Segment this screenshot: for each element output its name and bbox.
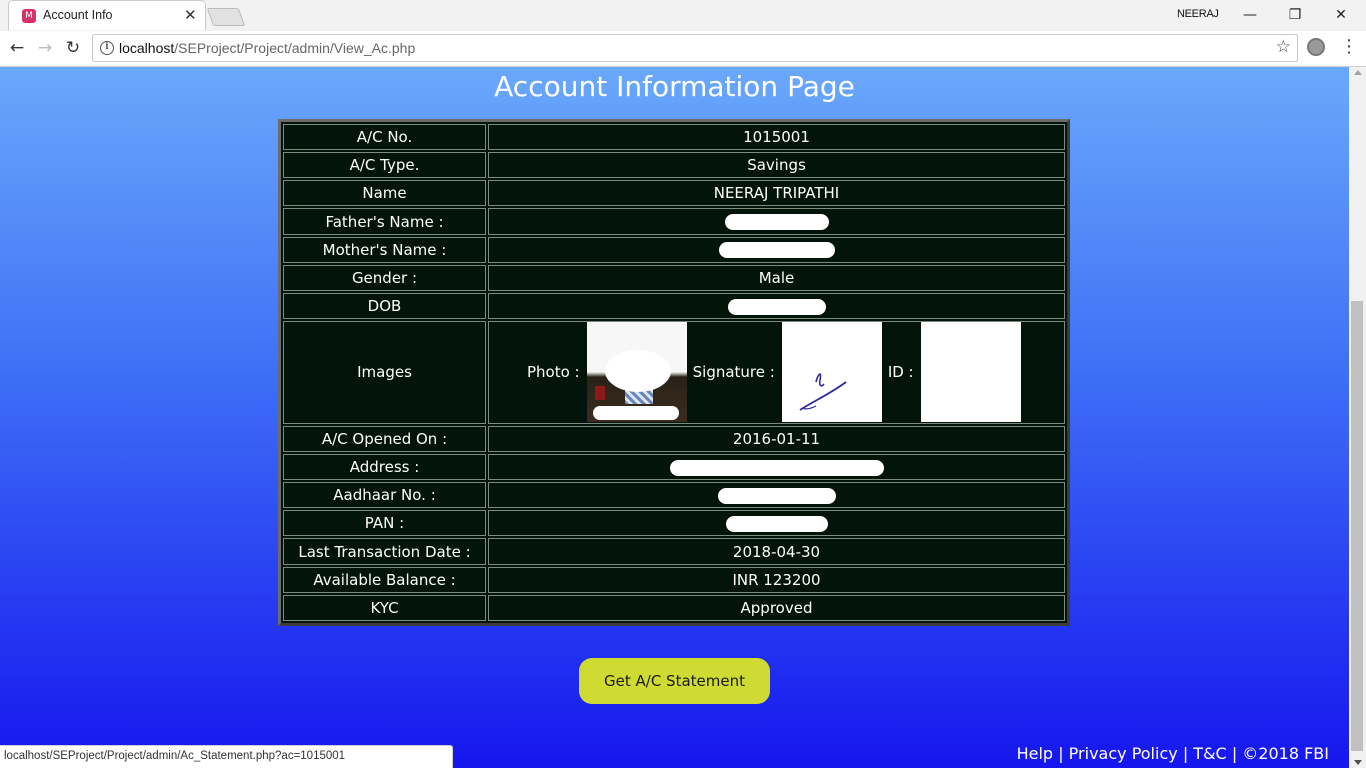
row-value: 2018-04-30	[488, 538, 1065, 565]
images-cell: Photo : Signature : ID:	[488, 321, 1065, 424]
help-link[interactable]: Help	[1017, 744, 1053, 763]
scroll-down-icon[interactable]	[1354, 760, 1362, 765]
id-image	[920, 322, 1021, 423]
row-value: 2016-01-11	[488, 425, 1065, 452]
photo-label: Photo :	[527, 363, 580, 382]
tab-favicon-icon: M	[22, 9, 36, 23]
row-label: A/C Opened On :	[283, 425, 486, 452]
row-value	[488, 510, 1065, 537]
redacted-value	[724, 214, 829, 231]
privacy-policy-link[interactable]: Privacy Policy	[1069, 744, 1178, 763]
row-value: Approved	[488, 594, 1065, 621]
table-row: A/C Opened On :2016-01-11	[283, 425, 1065, 452]
restore-icon[interactable]: ❐	[1284, 5, 1306, 25]
back-icon[interactable]: ←	[6, 37, 28, 59]
table-row: Aadhaar No. :	[283, 482, 1065, 509]
row-label: PAN :	[283, 510, 486, 537]
row-label: Name	[283, 180, 486, 207]
table-row: DOB	[283, 292, 1065, 320]
row-value: NEERAJ TRIPATHI	[488, 180, 1065, 207]
browser-toolbar: ← → ↻ i localhost/SEProject/Project/admi…	[0, 31, 1366, 67]
row-label: KYC	[283, 594, 486, 621]
tab-title: Account Info	[43, 8, 113, 22]
profile-name[interactable]: NEERAJ	[1177, 8, 1219, 20]
redacted-value	[725, 515, 828, 532]
status-url: localhost/SEProject/Project/admin/Ac_Sta…	[4, 750, 346, 762]
table-row: KYC Approved	[283, 594, 1065, 621]
signature-image	[781, 322, 882, 423]
redacted-value	[717, 487, 836, 504]
copyright-text: ©2018 FBI	[1242, 744, 1329, 763]
table-row: Gender : Male	[283, 264, 1065, 291]
redacted-value	[718, 242, 835, 259]
table-row: PAN :	[283, 510, 1065, 537]
row-label: Father's Name :	[283, 208, 486, 235]
row-label: Last Transaction Date :	[283, 538, 486, 565]
minimize-icon[interactable]: —	[1239, 5, 1261, 25]
table-row: Name NEERAJ TRIPATHI	[283, 180, 1065, 207]
browser-tab[interactable]: M Account Info ✕	[8, 0, 206, 30]
table-row: Last Transaction Date :2018-04-30	[283, 538, 1065, 565]
extension-icon[interactable]	[1307, 38, 1325, 56]
page-title: Account Information Page	[494, 70, 855, 103]
table-row: A/C No. 1015001	[283, 124, 1065, 151]
row-label: DOB	[283, 292, 486, 320]
info-icon[interactable]: i	[100, 41, 114, 55]
window-close-icon[interactable]: ✕	[1330, 5, 1352, 25]
scroll-thumb[interactable]	[1351, 301, 1363, 751]
images-label: Images	[283, 321, 486, 424]
url-text[interactable]: localhost/SEProject/Project/admin/View_A…	[119, 40, 415, 56]
status-bar: localhost/SEProject/Project/admin/Ac_Sta…	[0, 745, 453, 768]
get-statement-button[interactable]: Get A/C Statement	[579, 658, 770, 704]
row-label: A/C No.	[283, 124, 486, 151]
footer-separator: |	[1231, 744, 1238, 763]
table-row-images: Images Photo : Signature : ID:	[283, 321, 1065, 424]
tab-close-icon[interactable]: ✕	[184, 6, 197, 24]
row-value	[488, 208, 1065, 235]
bookmark-star-icon[interactable]: ☆	[1276, 37, 1291, 57]
row-value	[488, 236, 1065, 263]
table-row: Father's Name :	[283, 208, 1065, 235]
row-value: INR 123200	[488, 566, 1065, 593]
row-label: Gender :	[283, 264, 486, 291]
forward-icon[interactable]: →	[34, 37, 56, 59]
row-label: Address :	[283, 453, 486, 481]
table-row: Mother's Name :	[283, 236, 1065, 263]
footer-separator: |	[1058, 744, 1064, 763]
row-label: A/C Type.	[283, 152, 486, 179]
table-row: A/C Type. Savings	[283, 152, 1065, 179]
page-viewport: Account Information Page A/C No. 1015001 A…	[0, 67, 1349, 768]
row-value	[488, 453, 1065, 481]
reload-icon[interactable]: ↻	[62, 37, 84, 59]
row-label: Mother's Name :	[283, 236, 486, 263]
row-value	[488, 482, 1065, 509]
new-tab-button[interactable]	[206, 8, 246, 26]
table-row: Address :	[283, 453, 1065, 481]
menu-dots-icon[interactable]: ⋮	[1340, 35, 1358, 59]
signature-label: Signature :	[692, 363, 775, 382]
account-info-table: A/C No. 1015001 A/C Type. Savings Name NEERAJ…	[278, 119, 1070, 626]
scroll-up-icon[interactable]	[1354, 70, 1362, 75]
page-scrollbar[interactable]	[1349, 67, 1366, 768]
row-value	[488, 292, 1065, 320]
row-label: Aadhaar No. :	[283, 482, 486, 509]
redacted-value	[727, 298, 826, 315]
photo-image	[586, 322, 687, 423]
table-row: Available Balance : INR 123200	[283, 566, 1065, 593]
browser-tab-bar: M Account Info ✕ NEERAJ — ❐ ✕	[0, 0, 1366, 31]
address-bar[interactable]: i localhost/SEProject/Project/admin/View…	[92, 34, 1298, 62]
row-value: Savings	[488, 152, 1065, 179]
redacted-value	[669, 459, 884, 476]
id-label: ID :	[887, 363, 914, 382]
row-label: Available Balance :	[283, 566, 486, 593]
footer-links: Help | Privacy Policy | T&C | ©2018 FBI	[1017, 744, 1329, 763]
footer-separator: |	[1182, 744, 1189, 763]
tnc-link[interactable]: T&C	[1193, 744, 1226, 763]
row-value: Male	[488, 264, 1065, 291]
row-value: 1015001	[488, 124, 1065, 151]
